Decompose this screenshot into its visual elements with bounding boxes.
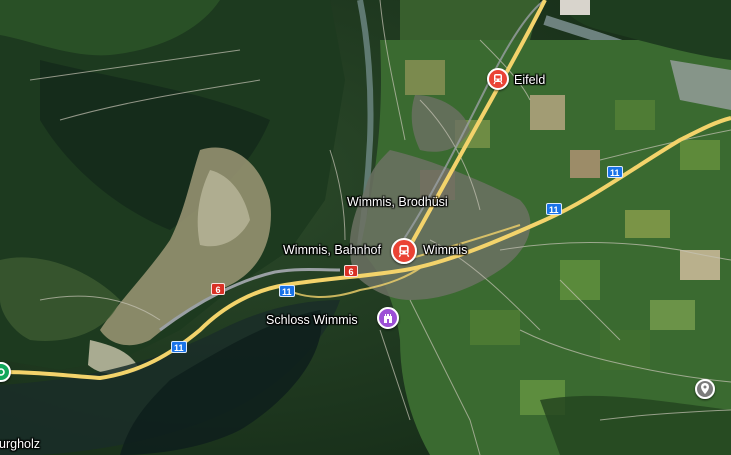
label-wimmis-bahnhof[interactable]: Wimmis, Bahnhof bbox=[283, 243, 381, 257]
field-12 bbox=[650, 300, 695, 330]
satellite-map[interactable] bbox=[0, 0, 731, 455]
field-3 bbox=[530, 95, 565, 130]
place-marker-icon[interactable] bbox=[695, 379, 715, 399]
route-shield-11-bridge: 11 bbox=[279, 285, 295, 297]
field-1 bbox=[405, 60, 445, 95]
train-icon[interactable] bbox=[391, 238, 417, 264]
field-10 bbox=[600, 330, 650, 370]
label-wimmis-brodhuesi[interactable]: Wimmis, Brodhüsi bbox=[347, 195, 448, 209]
train-glyph bbox=[398, 245, 410, 258]
place-glyph bbox=[701, 383, 709, 394]
route-shield-11-far-east: 11 bbox=[607, 166, 623, 178]
train-glyph bbox=[493, 74, 503, 85]
field-4 bbox=[570, 150, 600, 178]
label-wimmis[interactable]: Wimmis bbox=[423, 243, 467, 257]
castle-icon[interactable] bbox=[377, 307, 399, 329]
castle-glyph bbox=[384, 314, 392, 323]
route-shield-11-east: 11 bbox=[546, 203, 562, 215]
farmland-north bbox=[400, 0, 540, 40]
building-ne bbox=[560, 0, 590, 15]
label-burgholz[interactable]: urgholz bbox=[0, 437, 40, 451]
field-5 bbox=[615, 100, 655, 130]
label-schloss-wimmis[interactable]: Schloss Wimmis bbox=[266, 313, 358, 327]
train-icon[interactable] bbox=[487, 68, 509, 90]
field-14 bbox=[680, 140, 720, 170]
label-eifeld[interactable]: Eifeld bbox=[514, 73, 545, 87]
field-7 bbox=[560, 260, 600, 300]
route-shield-6-west: 6 bbox=[211, 283, 225, 295]
field-9 bbox=[470, 310, 520, 345]
place-glyph bbox=[0, 368, 5, 376]
route-shield-6-town: 6 bbox=[344, 265, 358, 277]
field-6 bbox=[625, 210, 670, 238]
route-shield-11-south: 11 bbox=[171, 341, 187, 353]
